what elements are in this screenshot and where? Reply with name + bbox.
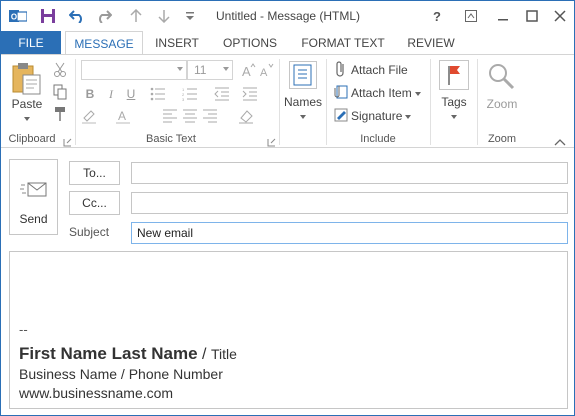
down-arrow-icon[interactable] (153, 6, 175, 26)
outlook-app-icon[interactable]: O (7, 6, 29, 26)
signature-title: Title (210, 346, 237, 362)
signature-icon[interactable] (332, 106, 350, 124)
increase-indent-icon[interactable] (241, 85, 259, 103)
to-field[interactable] (131, 162, 568, 184)
svg-text:A: A (260, 67, 268, 78)
title-bar: O Untitled - Message (HTML) ? (1, 1, 574, 31)
signature-name-line: First Name Last Name / Title (19, 344, 237, 364)
svg-text:A: A (242, 64, 251, 78)
paste-icon[interactable] (10, 61, 44, 95)
signature-business-line: Business Name / Phone Number (19, 366, 223, 382)
cc-field[interactable] (131, 192, 568, 214)
clipboard-group-label: Clipboard (8, 133, 56, 145)
paste-button[interactable]: Paste (7, 97, 47, 125)
up-arrow-icon[interactable] (125, 6, 147, 26)
bullets-icon[interactable] (149, 85, 167, 103)
signature-dashes: -- (19, 322, 28, 337)
cut-icon[interactable] (51, 61, 69, 79)
ribbon: Paste Clipboard 11 A A B I U 1 2 3 A Bas… (1, 54, 574, 148)
signature-name: First Name Last Name (19, 344, 198, 363)
tab-message[interactable]: MESSAGE (65, 31, 143, 56)
basic-text-group-label: Basic Text (146, 133, 196, 145)
undo-icon[interactable] (66, 6, 88, 26)
subject-field[interactable]: New email (131, 222, 568, 244)
redo-icon[interactable] (93, 6, 115, 26)
font-size-combo[interactable]: 11 (187, 60, 233, 80)
tags-button[interactable]: Tags (434, 95, 474, 123)
clear-formatting-icon[interactable] (237, 107, 255, 125)
close-button[interactable] (548, 5, 572, 27)
bold-button[interactable]: B (82, 85, 98, 103)
clipboard-dialog-launcher-icon[interactable] (63, 136, 72, 147)
send-label: Send (19, 212, 48, 226)
align-center-icon[interactable] (181, 107, 199, 125)
format-painter-icon[interactable] (51, 105, 69, 123)
zoom-button[interactable]: Zoom (481, 97, 523, 111)
help-button[interactable]: ? (425, 5, 449, 27)
ribbon-separator (279, 59, 280, 145)
shrink-font-icon[interactable]: A (257, 61, 275, 79)
copy-icon[interactable] (51, 83, 69, 101)
names-button[interactable]: Names (283, 95, 323, 123)
maximize-button[interactable] (520, 5, 544, 27)
ribbon-display-button[interactable] (459, 5, 483, 27)
to-button[interactable]: To... (69, 161, 120, 185)
ribbon-separator (75, 59, 76, 145)
signature-separator: / (202, 346, 207, 363)
align-right-icon[interactable] (201, 107, 219, 125)
zoom-icon[interactable] (486, 61, 516, 91)
message-window: O Untitled - Message (HTML) ? FILE MESSA… (0, 0, 575, 416)
ribbon-separator (477, 59, 478, 145)
subject-label: Subject (69, 225, 110, 239)
tab-file[interactable]: FILE (1, 31, 61, 55)
italic-button[interactable]: I (103, 85, 119, 103)
highlight-icon[interactable] (81, 107, 99, 125)
tab-options[interactable]: OPTIONS (219, 31, 281, 55)
font-color-icon[interactable]: A (115, 107, 133, 125)
signature-button[interactable]: Signature (351, 109, 412, 123)
ribbon-tabs: FILE MESSAGE INSERT OPTIONS FORMAT TEXT … (1, 31, 574, 56)
address-book-icon[interactable] (289, 61, 317, 89)
attach-file-button[interactable]: Attach File (351, 63, 408, 77)
tab-review[interactable]: REVIEW (405, 31, 457, 55)
underline-button[interactable]: U (123, 85, 139, 103)
svg-text:A: A (118, 109, 126, 123)
svg-text:O: O (11, 13, 17, 22)
compose-area: Send To... Cc... Subject New email -- Fi… (1, 149, 574, 415)
font-family-combo[interactable] (81, 60, 187, 80)
customize-icon[interactable] (179, 6, 201, 26)
message-body[interactable]: -- First Name Last Name / Title Business… (9, 251, 568, 409)
align-left-icon[interactable] (161, 107, 179, 125)
tab-insert[interactable]: INSERT (153, 31, 201, 55)
ribbon-separator (326, 59, 327, 145)
decrease-indent-icon[interactable] (213, 85, 231, 103)
window-title: Untitled - Message (HTML) (216, 9, 361, 23)
svg-text:3: 3 (182, 97, 185, 101)
paperclip-icon[interactable] (332, 60, 350, 78)
grow-font-icon[interactable]: A (239, 61, 257, 79)
numbering-icon[interactable]: 123 (181, 85, 199, 103)
save-icon[interactable] (37, 6, 59, 26)
tab-format-text[interactable]: FORMAT TEXT (299, 31, 387, 55)
zoom-group-label: Zoom (487, 133, 517, 145)
cc-button[interactable]: Cc... (69, 191, 120, 215)
signature-website: www.businessname.com (19, 385, 174, 401)
minimize-button[interactable] (491, 5, 515, 27)
attach-item-icon[interactable] (332, 83, 350, 101)
send-envelope-icon (20, 180, 48, 203)
include-group-label: Include (360, 133, 396, 145)
flag-icon[interactable] (439, 60, 469, 90)
attach-item-button[interactable]: Attach Item (351, 86, 421, 100)
basic-text-dialog-launcher-icon[interactable] (267, 136, 276, 147)
collapse-ribbon-icon[interactable] (554, 135, 566, 146)
ribbon-separator (430, 59, 431, 145)
send-button[interactable]: Send (9, 159, 58, 235)
